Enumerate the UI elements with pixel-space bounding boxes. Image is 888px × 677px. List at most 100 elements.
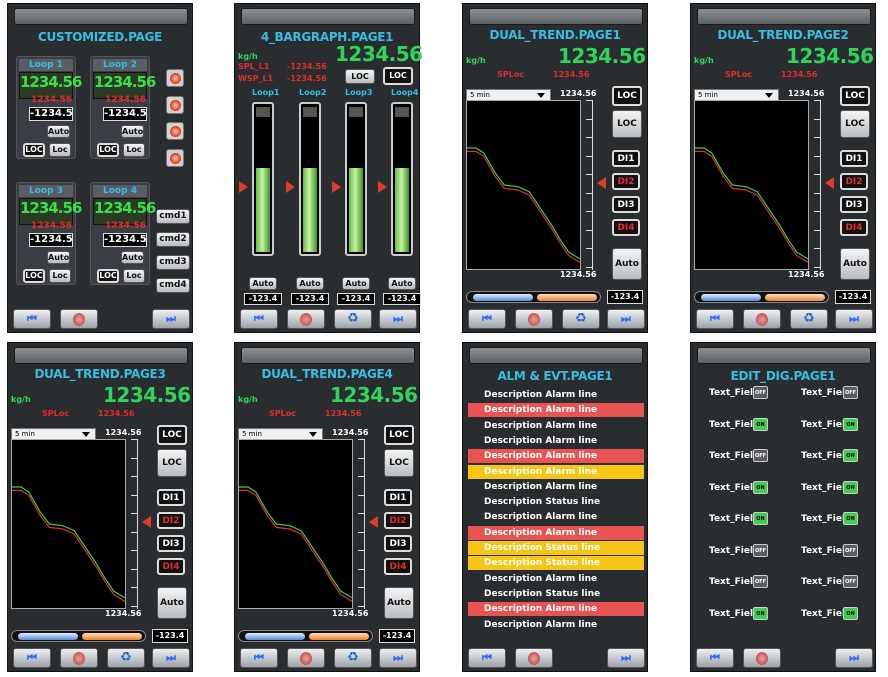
on-off-switch[interactable]: OFF xyxy=(753,543,768,557)
output-value[interactable]: -123.4 xyxy=(337,293,375,305)
loc-toggle[interactable]: LOC xyxy=(97,143,119,157)
output-slider[interactable] xyxy=(11,630,146,642)
recycle-button[interactable]: ♻ xyxy=(562,309,600,329)
di4-indicator[interactable]: DI4 xyxy=(157,558,185,575)
di1-indicator[interactable]: DI1 xyxy=(157,489,185,506)
auto-button[interactable]: Auto xyxy=(342,277,370,290)
output-value[interactable]: -123.4 xyxy=(152,629,188,643)
output-value[interactable]: -123.4 xyxy=(607,290,643,304)
loop-output[interactable]: -1234.5 xyxy=(29,107,73,121)
cmd2-button[interactable]: cmd2 xyxy=(156,232,190,247)
output-value[interactable]: -123.4 xyxy=(244,293,282,305)
auto-button[interactable]: Auto xyxy=(296,277,324,290)
first-page-button[interactable]: ⏮ xyxy=(240,648,278,668)
auto-button[interactable]: Auto xyxy=(121,125,144,138)
first-page-button[interactable]: ⏮ xyxy=(468,309,506,329)
alarm-row[interactable]: Description Status line xyxy=(468,556,644,571)
loc-button[interactable]: LOC xyxy=(345,69,375,84)
output-slider[interactable] xyxy=(466,291,601,303)
alarm-lamp[interactable] xyxy=(166,69,184,87)
on-off-switch[interactable]: OFF xyxy=(753,386,768,399)
last-page-button[interactable]: ⏭ xyxy=(607,309,645,329)
loop-output[interactable]: -1234.5 xyxy=(29,233,73,247)
output-slider[interactable] xyxy=(694,291,829,303)
auto-button[interactable]: Auto xyxy=(249,277,277,290)
alarm-button[interactable] xyxy=(515,309,553,329)
di3-indicator[interactable]: DI3 xyxy=(384,535,412,552)
loc-toggle[interactable]: LOC xyxy=(23,143,45,157)
alarm-lamp[interactable] xyxy=(166,149,184,167)
first-page-button[interactable]: ⏮ xyxy=(696,309,734,329)
recycle-button[interactable]: ♻ xyxy=(334,648,372,668)
on-off-switch[interactable]: OFF xyxy=(753,449,768,462)
on-off-switch[interactable]: ON xyxy=(753,606,768,620)
auto-button[interactable]: Auto xyxy=(121,251,144,264)
on-off-switch[interactable]: ON xyxy=(843,606,858,620)
last-page-button[interactable]: ⏭ xyxy=(835,648,873,668)
alarm-row[interactable]: Description Alarm line xyxy=(468,419,644,433)
cmd1-button[interactable]: cmd1 xyxy=(156,209,190,224)
on-off-switch[interactable]: ON xyxy=(843,480,858,494)
on-off-switch[interactable]: ON xyxy=(843,449,858,462)
alarm-button[interactable] xyxy=(743,309,781,329)
first-page-button[interactable]: ⏮ xyxy=(13,309,51,329)
on-off-switch[interactable]: ON xyxy=(843,512,858,525)
alarm-row[interactable]: Description Alarm line xyxy=(468,449,644,464)
loop-output[interactable]: -1234.5 xyxy=(103,107,147,121)
di1-indicator[interactable]: DI1 xyxy=(612,150,640,167)
loc-toggle[interactable]: LOC xyxy=(612,86,642,106)
output-value[interactable]: -123.4 xyxy=(835,290,871,304)
first-page-button[interactable]: ⏮ xyxy=(13,648,51,668)
di2-indicator[interactable]: DI2 xyxy=(612,173,640,190)
di1-indicator[interactable]: DI1 xyxy=(840,150,868,167)
last-page-button[interactable]: ⏭ xyxy=(835,309,873,329)
output-value[interactable]: -123.4 xyxy=(383,293,421,305)
di2-indicator[interactable]: DI2 xyxy=(157,512,185,529)
auto-button[interactable]: Auto xyxy=(612,248,642,280)
recycle-button[interactable]: ♻ xyxy=(334,309,372,329)
on-off-switch[interactable]: OFF xyxy=(843,543,858,557)
on-off-switch[interactable]: ON xyxy=(753,512,768,525)
on-off-switch[interactable]: OFF xyxy=(843,575,858,588)
cmd3-button[interactable]: cmd3 xyxy=(156,255,190,270)
alarm-button[interactable] xyxy=(60,648,98,668)
recycle-button[interactable]: ♻ xyxy=(107,648,145,668)
alarm-button[interactable] xyxy=(287,648,325,668)
auto-button[interactable]: Auto xyxy=(47,125,70,138)
auto-button[interactable]: Auto xyxy=(384,587,414,619)
di1-indicator[interactable]: DI1 xyxy=(384,489,412,506)
loc-button[interactable]: LOC xyxy=(612,110,642,138)
last-page-button[interactable]: ⏭ xyxy=(152,309,190,329)
loc-button[interactable]: LOC xyxy=(157,449,187,477)
on-off-switch[interactable]: ON xyxy=(753,480,768,494)
alarm-row[interactable]: Description Status line xyxy=(468,587,644,601)
di4-indicator[interactable]: DI4 xyxy=(612,219,640,236)
di3-indicator[interactable]: DI3 xyxy=(612,196,640,213)
di2-indicator[interactable]: DI2 xyxy=(384,512,412,529)
alarm-button[interactable] xyxy=(287,309,325,329)
alarm-row[interactable]: Description Alarm line xyxy=(468,510,644,524)
first-page-button[interactable]: ⏮ xyxy=(468,648,506,668)
output-value[interactable]: -123.4 xyxy=(379,629,415,643)
loc-toggle[interactable]: LOC xyxy=(840,86,870,106)
loc-button[interactable]: Loc xyxy=(49,143,71,157)
last-page-button[interactable]: ⏭ xyxy=(379,648,417,668)
loc-toggle[interactable]: LOC xyxy=(23,269,45,283)
loop-output[interactable]: -1234.5 xyxy=(103,233,147,247)
first-page-button[interactable]: ⏮ xyxy=(240,309,278,329)
alarm-row[interactable]: Description Status line xyxy=(468,495,644,509)
di3-indicator[interactable]: DI3 xyxy=(840,196,868,213)
alarm-row[interactable]: Description Status line xyxy=(468,541,644,555)
output-slider[interactable] xyxy=(238,630,373,642)
loc-button[interactable]: Loc xyxy=(123,269,145,283)
alarm-row[interactable]: Description Alarm line xyxy=(468,434,644,448)
on-off-switch[interactable]: OFF xyxy=(753,575,768,588)
on-off-switch[interactable]: OFF xyxy=(843,386,858,399)
alarm-row[interactable]: Description Alarm line xyxy=(468,572,644,586)
di2-indicator[interactable]: DI2 xyxy=(840,173,868,190)
loc-button[interactable]: LOC xyxy=(384,449,414,477)
on-off-switch[interactable]: ON xyxy=(843,417,858,431)
alarm-button[interactable] xyxy=(515,648,553,668)
auto-button[interactable]: Auto xyxy=(47,251,70,264)
alarm-row[interactable]: Description Alarm line xyxy=(468,618,644,632)
